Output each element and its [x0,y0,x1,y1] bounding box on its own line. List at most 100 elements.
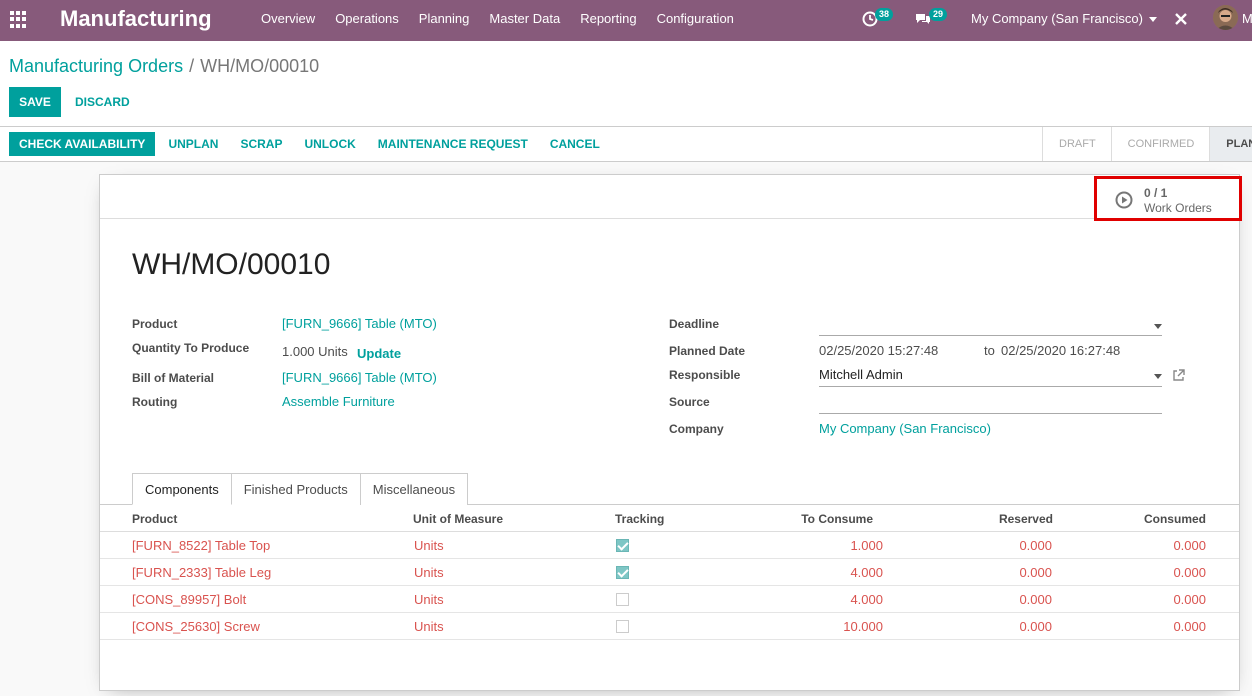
stage-confirmed-label: CONFIRMED [1127,138,1195,150]
statusbar-buttons: CHECK AVAILABILITY UNPLAN SCRAP UNLOCK M… [9,132,611,156]
row-product[interactable]: [FURN_2333] Table Leg [132,565,271,580]
table-row[interactable]: [CONS_25630] Screw Units 10.000 0.000 0.… [100,613,1239,640]
scrap-button[interactable]: SCRAP [229,132,293,156]
top-navbar: Manufacturing Overview Operations Planni… [0,0,1252,41]
tab-finished-products[interactable]: Finished Products [230,473,361,505]
stage-draft-label: DRAFT [1059,138,1096,150]
row-uom: Units [414,619,444,634]
responsible-value: Mitchell Admin [819,367,903,382]
stage-planned-label: PLANN [1226,138,1252,150]
tab-components[interactable]: Components [132,473,232,505]
activity-count-badge: 38 [875,8,894,21]
col-to-consume[interactable]: To Consume [783,512,873,526]
row-reserved: 0.000 [1019,619,1052,634]
external-link-icon[interactable] [1172,369,1185,382]
col-reserved[interactable]: Reserved [953,512,1053,526]
check-availability-button[interactable]: CHECK AVAILABILITY [9,132,156,156]
tracking-checkbox [616,593,629,606]
row-uom: Units [414,592,444,607]
responsible-input[interactable]: Mitchell Admin [819,367,1162,387]
col-unit-of-measure[interactable]: Unit of Measure [413,512,503,526]
save-button[interactable]: SAVE [9,87,61,117]
unplan-button[interactable]: UNPLAN [157,132,229,156]
control-panel: Manufacturing Orders / WH/MO/00010 SAVE DI… [0,41,1252,127]
stage-confirmed[interactable]: CONFIRMED [1110,127,1210,161]
company-switcher-label: My Company (San Francisco) [971,11,1143,26]
row-product[interactable]: [CONS_89957] Bolt [132,592,246,607]
deadline-label: Deadline [669,317,720,331]
menu-planning[interactable]: Planning [409,0,480,41]
bom-label: Bill of Material [132,371,215,385]
row-product[interactable]: [CONS_25630] Screw [132,619,260,634]
row-uom: Units [414,538,444,553]
chevron-down-icon[interactable] [1154,324,1162,329]
menu-reporting[interactable]: Reporting [570,0,646,41]
row-consumed: 0.000 [1173,565,1206,580]
user-photo-icon [1213,5,1238,30]
col-tracking[interactable]: Tracking [615,512,664,526]
row-to-consume: 10.000 [843,619,883,634]
tab-miscellaneous[interactable]: Miscellaneous [359,473,469,505]
col-product[interactable]: Product [132,512,177,526]
tracking-checkbox [616,539,629,552]
maintenance-request-button[interactable]: MAINTENANCE REQUEST [367,132,539,156]
breadcrumb-current: WH/MO/00010 [200,56,320,76]
close-icon[interactable] [1173,11,1189,27]
product-label: Product [132,317,178,331]
table-header: Product Unit of Measure Tracking To Cons… [100,505,1239,532]
apps-menu-icon[interactable] [10,11,27,28]
avatar[interactable] [1213,5,1238,30]
row-reserved: 0.000 [1019,592,1052,607]
planned-date-end[interactable]: 02/25/2020 16:27:48 [1001,343,1120,358]
breadcrumb-separator: / [189,56,195,76]
app-title[interactable]: Manufacturing [60,6,212,32]
update-quantity-button[interactable]: Update [357,346,401,361]
tracking-checkbox [616,566,629,579]
row-reserved: 0.000 [1019,565,1052,580]
planned-date-start[interactable]: 02/25/2020 15:27:48 [819,343,938,358]
routing-field[interactable]: Assemble Furniture [282,394,395,409]
stage-draft[interactable]: DRAFT [1042,127,1111,161]
company-field[interactable]: My Company (San Francisco) [819,421,991,436]
menu-configuration[interactable]: Configuration [647,0,744,41]
bom-field[interactable]: [FURN_9666] Table (MTO) [282,370,437,385]
breadcrumb-parent[interactable]: Manufacturing Orders [9,56,183,76]
row-product[interactable]: [FURN_8522] Table Top [132,538,270,553]
menu-overview[interactable]: Overview [251,0,325,41]
cancel-button[interactable]: CANCEL [539,132,611,156]
responsible-label: Responsible [669,368,741,382]
work-orders-smart-button[interactable]: 0 / 1 Work Orders [1094,176,1242,221]
source-input[interactable] [819,394,1162,414]
main-menu: Overview Operations Planning Master Data… [251,0,744,41]
discard-button[interactable]: DISCARD [72,87,133,117]
components-table: Product Unit of Measure Tracking To Cons… [100,505,1239,640]
row-uom: Units [414,565,444,580]
user-name-initial[interactable]: M [1242,11,1252,26]
notebook-tabs: Components Finished Products Miscellaneo… [132,473,469,505]
row-consumed: 0.000 [1173,538,1206,553]
company-switcher[interactable]: My Company (San Francisco) [971,11,1157,26]
work-orders-label: Work Orders [1144,201,1212,215]
row-to-consume: 4.000 [850,592,883,607]
planned-date-label: Planned Date [669,344,746,358]
menu-master-data[interactable]: Master Data [479,0,570,41]
stage-planned[interactable]: PLANN [1209,127,1252,161]
play-circle-icon [1115,191,1133,209]
table-row[interactable]: [CONS_89957] Bolt Units 4.000 0.000 0.00… [100,586,1239,613]
col-consumed[interactable]: Consumed [1106,512,1206,526]
product-field[interactable]: [FURN_9666] Table (MTO) [282,316,437,331]
messaging-menu[interactable]: 29 [915,0,955,41]
quantity-field: 1.000 Units [282,344,348,359]
activity-menu[interactable]: 38 [862,0,902,41]
row-to-consume: 4.000 [850,565,883,580]
unlock-button[interactable]: UNLOCK [293,132,366,156]
deadline-input[interactable] [819,316,1162,336]
breadcrumb: Manufacturing Orders / WH/MO/00010 [9,56,319,77]
table-row[interactable]: [FURN_8522] Table Top Units 1.000 0.000 … [100,532,1239,559]
quantity-label: Quantity To Produce [132,341,250,355]
table-row[interactable]: [FURN_2333] Table Leg Units 4.000 0.000 … [100,559,1239,586]
chevron-down-icon[interactable] [1154,374,1162,379]
company-label: Company [669,422,724,436]
menu-operations[interactable]: Operations [325,0,409,41]
chevron-down-icon [1148,17,1157,23]
